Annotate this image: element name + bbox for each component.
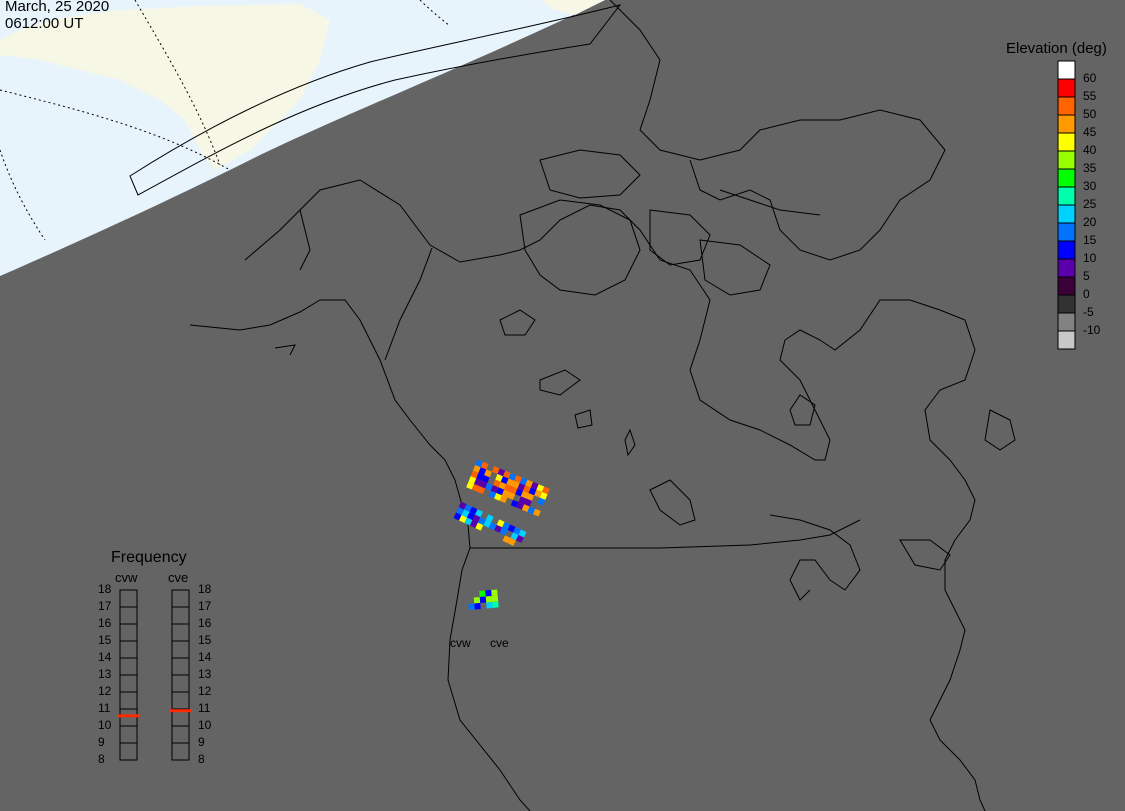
elevation-swatch — [1057, 276, 1076, 296]
scatter-cell — [479, 596, 487, 603]
elevation-swatch — [1057, 150, 1076, 170]
scatter-cell — [486, 601, 493, 609]
frequency-tick-label: 8 — [98, 752, 105, 766]
elevation-swatch — [1057, 60, 1076, 80]
scatter-cell — [485, 595, 493, 603]
frequency-tick-label: 13 — [198, 667, 212, 681]
frequency-tick-label: 14 — [198, 650, 212, 664]
scatter-patch — [468, 589, 499, 611]
frequency-tick-label: 12 — [98, 684, 112, 698]
polar-map — [0, 0, 1076, 811]
frequency-marker-cve — [169, 709, 192, 713]
frequency-tick-label: 9 — [98, 735, 105, 749]
elevation-legend-title: Elevation (deg) — [1006, 40, 1107, 57]
elevation-tick-label: 55 — [1083, 89, 1097, 103]
frequency-radar-label-cvw: cvw — [115, 570, 138, 585]
frequency-tick-label: 15 — [98, 633, 112, 647]
scatter-cell — [473, 597, 481, 604]
elevation-swatch — [1057, 186, 1076, 206]
scatter-cell — [491, 595, 499, 602]
elevation-swatch — [1057, 132, 1076, 152]
frequency-tick-label: 16 — [98, 616, 112, 630]
elevation-swatch — [1057, 330, 1076, 350]
scatter-cell — [485, 589, 492, 597]
elevation-tick-label: 45 — [1083, 125, 1097, 139]
elevation-tick-label: 10 — [1083, 251, 1097, 265]
frequency-tick-label: 11 — [198, 701, 211, 715]
elevation-tick-label: 0 — [1083, 287, 1090, 301]
elevation-tick-label: -5 — [1083, 305, 1094, 319]
scatter-cell — [492, 601, 499, 608]
elevation-tick-label: 20 — [1083, 215, 1097, 229]
date-label: March, 25 2020 — [5, 0, 110, 15]
elevation-swatch — [1057, 258, 1076, 278]
frequency-tick-label: 13 — [98, 667, 112, 681]
frequency-tick-label: 11 — [98, 701, 111, 715]
elevation-tick-label: 60 — [1083, 71, 1097, 85]
scatter-patch — [466, 459, 550, 517]
elevation-tick-label: -10 — [1083, 323, 1101, 337]
frequency-tick-label: 12 — [198, 684, 212, 698]
frequency-tick-label: 17 — [198, 599, 212, 613]
frequency-tick-label: 10 — [198, 718, 212, 732]
frequency-marker-cvw — [117, 714, 140, 718]
elevation-swatch — [1057, 168, 1076, 188]
frequency-tick-label: 10 — [98, 718, 112, 732]
frequency-radar-label-cve: cve — [168, 570, 189, 585]
radar-site-label-cvw: cvw — [450, 636, 471, 650]
frequency-title: Frequency — [111, 549, 187, 566]
frequency-panel — [117, 589, 192, 761]
elevation-tick-label: 35 — [1083, 161, 1097, 175]
scatter-cell — [491, 589, 498, 596]
frequency-tick-label: 18 — [98, 582, 112, 596]
elevation-tick-label: 50 — [1083, 107, 1097, 121]
elevation-swatch — [1057, 204, 1076, 224]
radar-scatter — [453, 459, 550, 611]
elevation-swatch — [1057, 294, 1076, 314]
elevation-swatch — [1057, 78, 1076, 98]
frequency-tick-label: 15 — [198, 633, 212, 647]
elevation-swatch — [1057, 240, 1076, 260]
elevation-swatch — [1057, 114, 1076, 134]
elevation-tick-label: 40 — [1083, 143, 1097, 157]
elevation-swatch — [1057, 312, 1076, 332]
scatter-patch — [453, 501, 527, 546]
elevation-legend — [1057, 60, 1076, 350]
elevation-swatch — [1057, 222, 1076, 242]
frequency-tick-label: 9 — [198, 735, 205, 749]
elevation-tick-label: 15 — [1083, 233, 1097, 247]
elevation-tick-label: 5 — [1083, 269, 1090, 283]
scatter-cell — [474, 602, 481, 610]
scatter-cell — [479, 590, 486, 598]
map-viewport: March, 25 2020 0612:00 UT Elevation (deg… — [0, 0, 1125, 811]
frequency-tick-label: 14 — [98, 650, 112, 664]
frequency-tick-label: 16 — [198, 616, 212, 630]
elevation-tick-label: 30 — [1083, 179, 1097, 193]
time-label: 0612:00 UT — [5, 15, 84, 32]
frequency-tick-label: 8 — [198, 752, 205, 766]
frequency-tick-label: 17 — [98, 599, 112, 613]
radar-site-label-cve: cve — [490, 636, 509, 650]
frequency-tick-label: 18 — [198, 582, 212, 596]
elevation-swatch — [1057, 96, 1076, 116]
scatter-cell — [468, 603, 475, 611]
elevation-tick-label: 25 — [1083, 197, 1097, 211]
